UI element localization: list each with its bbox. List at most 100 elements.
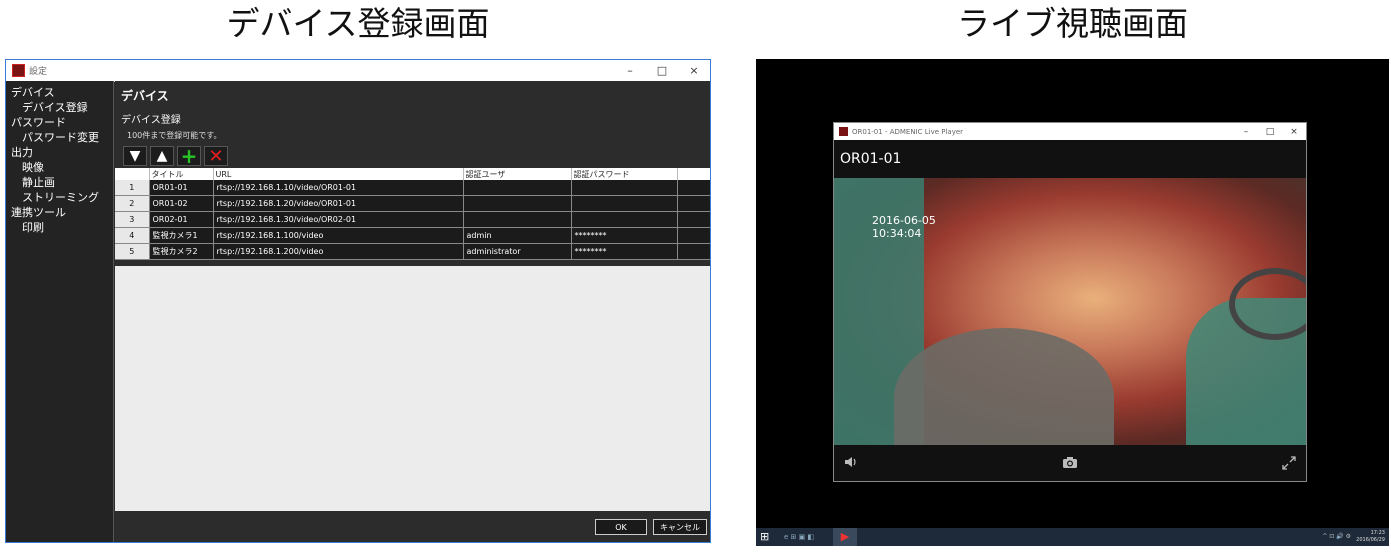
column-header-auth-user[interactable]: 認証ユーザ <box>463 168 572 180</box>
cell-auth-password[interactable] <box>571 195 678 212</box>
cell-extra <box>677 180 710 196</box>
page-title: デバイス <box>121 89 169 103</box>
cell-url[interactable]: rtsp://192.168.1.100/video <box>213 227 464 244</box>
sidebar-item-video[interactable]: 映像 <box>6 160 113 175</box>
cell-url[interactable]: rtsp://192.168.1.20/video/OR01-01 <box>213 195 464 212</box>
cell-auth-user[interactable]: admin <box>463 227 572 244</box>
column-header-extra <box>677 168 710 180</box>
caption-live-viewing: ライブ視聴画面 <box>957 4 1188 43</box>
cell-extra <box>677 195 710 212</box>
cell-title[interactable]: 監視カメラ2 <box>149 243 214 260</box>
row-number: 5 <box>115 243 150 260</box>
ok-button[interactable]: OK <box>595 519 647 535</box>
player-window-title: OR01-01 - ADMENIC Live Player <box>852 127 964 136</box>
limit-note: 100件まで登録可能です。 <box>127 131 222 140</box>
cell-title[interactable]: 監視カメラ1 <box>149 227 214 244</box>
minimize-button[interactable]: – <box>1234 127 1258 137</box>
settings-main: デバイス デバイス登録 100件まで登録可能です。 ▼ ▲ + ✕ タイトル U… <box>115 81 710 542</box>
player-titlebar: OR01-01 - ADMENIC Live Player – □ × <box>834 123 1306 140</box>
cell-title[interactable]: OR01-02 <box>149 195 214 212</box>
device-toolbar: ▼ ▲ + ✕ <box>123 144 228 168</box>
cell-auth-password[interactable]: ******** <box>571 227 678 244</box>
sidebar-item-password[interactable]: パスワード <box>6 115 113 130</box>
cancel-button[interactable]: キャンセル <box>653 519 707 535</box>
settings-sidebar: デバイス デバイス登録 パスワード パスワード変更 出力 映像 静止画 ストリー… <box>6 81 114 542</box>
cell-auth-user[interactable] <box>463 180 572 196</box>
column-header-url[interactable]: URL <box>213 168 464 180</box>
row-number: 2 <box>115 195 150 212</box>
maximize-button[interactable]: □ <box>646 64 678 77</box>
sidebar-item-password-change[interactable]: パスワード変更 <box>6 130 113 145</box>
close-button[interactable]: × <box>1282 127 1306 137</box>
section-title: デバイス登録 <box>121 115 181 126</box>
sidebar-item-device-registration[interactable]: デバイス登録 <box>6 100 113 115</box>
settings-window: 設定 – □ × デバイス デバイス登録 パスワード パスワード変更 出力 映像… <box>5 59 711 543</box>
cell-auth-password[interactable]: ******** <box>571 243 678 260</box>
app-icon <box>839 127 848 136</box>
settings-titlebar: 設定 – □ × <box>6 60 710 82</box>
live-player-window: OR01-01 - ADMENIC Live Player – □ × OR01… <box>833 122 1307 482</box>
sidebar-item-streaming[interactable]: ストリーミング <box>6 190 113 205</box>
cell-auth-password[interactable] <box>571 211 678 228</box>
table-row[interactable]: 5 監視カメラ2 rtsp://192.168.1.200/video admi… <box>115 243 710 260</box>
add-device-button[interactable]: + <box>177 144 201 168</box>
column-header-title[interactable]: タイトル <box>149 168 214 180</box>
taskbar-pinned-apps[interactable]: e ⊞ ▣ ◧ <box>784 533 814 541</box>
cell-title[interactable]: OR01-01 <box>149 180 214 196</box>
table-row[interactable]: 3 OR02-01 rtsp://192.168.1.30/video/OR02… <box>115 211 710 228</box>
minimize-button[interactable]: – <box>614 64 646 77</box>
maximize-button[interactable]: □ <box>1258 127 1282 137</box>
cell-url[interactable]: rtsp://192.168.1.10/video/OR01-01 <box>213 180 464 196</box>
clock-time: 17:23 <box>1370 530 1385 536</box>
system-tray[interactable]: ^ ⊡ 🔊 ⚙ <box>1322 533 1351 540</box>
cell-auth-password[interactable] <box>571 180 678 196</box>
cell-auth-user[interactable] <box>463 211 572 228</box>
camera-icon[interactable] <box>1062 456 1078 473</box>
column-header-auth-password[interactable]: 認証パスワード <box>571 168 678 180</box>
table-row[interactable]: 2 OR01-02 rtsp://192.168.1.20/video/OR01… <box>115 195 710 212</box>
player-controls <box>834 445 1306 481</box>
sidebar-item-integration-tools[interactable]: 連携ツール <box>6 205 113 220</box>
table-row[interactable]: 4 監視カメラ1 rtsp://192.168.1.100/video admi… <box>115 227 710 244</box>
cell-extra <box>677 227 710 244</box>
sidebar-item-still-image[interactable]: 静止画 <box>6 175 113 190</box>
window-title: 設定 <box>29 67 48 77</box>
taskbar-player-app[interactable]: ▶ <box>833 528 857 546</box>
device-table: タイトル URL 認証ユーザ 認証パスワード 1 OR01-01 rtsp://… <box>115 168 710 260</box>
close-button[interactable]: × <box>678 64 710 77</box>
row-number: 4 <box>115 227 150 244</box>
cell-extra <box>677 211 710 228</box>
table-row[interactable]: 1 OR01-01 rtsp://192.168.1.10/video/OR01… <box>115 180 710 196</box>
device-name-label: OR01-01 <box>840 151 902 167</box>
windows-start-icon[interactable]: ⊞ <box>760 531 771 542</box>
row-number: 3 <box>115 211 150 228</box>
sidebar-item-output[interactable]: 出力 <box>6 145 113 160</box>
cell-url[interactable]: rtsp://192.168.1.200/video <box>213 243 464 260</box>
table-header-row: タイトル URL 認証ユーザ 認証パスワード <box>115 168 710 180</box>
expand-icon[interactable] <box>1282 456 1296 474</box>
video-timestamp: 2016-06-05 10:34:04 <box>872 214 936 240</box>
caption-device-registration: デバイス登録画面 <box>226 4 490 43</box>
cell-url[interactable]: rtsp://192.168.1.30/video/OR02-01 <box>213 211 464 228</box>
column-header-number <box>115 168 150 180</box>
row-number: 1 <box>115 180 150 196</box>
move-up-button[interactable]: ▲ <box>150 146 174 166</box>
cell-auth-user[interactable] <box>463 195 572 212</box>
surgical-instrument <box>894 328 1114 446</box>
dialog-footer: OK キャンセル <box>115 511 710 542</box>
app-icon <box>12 64 25 77</box>
move-down-button[interactable]: ▼ <box>123 146 147 166</box>
cell-title[interactable]: OR02-01 <box>149 211 214 228</box>
sidebar-item-print[interactable]: 印刷 <box>6 220 113 235</box>
cell-extra <box>677 243 710 260</box>
taskbar-clock[interactable]: 17:23 2016/06/29 <box>1356 530 1385 544</box>
windows-taskbar: ⊞ e ⊞ ▣ ◧ ▶ ^ ⊡ 🔊 ⚙ 17:23 2016/06/29 <box>756 528 1389 546</box>
clock-date: 2016/06/29 <box>1356 537 1385 543</box>
cell-auth-user[interactable]: administrator <box>463 243 572 260</box>
volume-icon[interactable] <box>844 456 858 472</box>
table-empty-area <box>115 266 710 512</box>
sidebar-item-device[interactable]: デバイス <box>6 85 113 100</box>
delete-device-button[interactable]: ✕ <box>204 146 228 167</box>
desktop-screen: OR01-01 - ADMENIC Live Player – □ × OR01… <box>756 59 1389 546</box>
live-video-frame[interactable]: 2016-06-05 10:34:04 <box>834 178 1306 446</box>
